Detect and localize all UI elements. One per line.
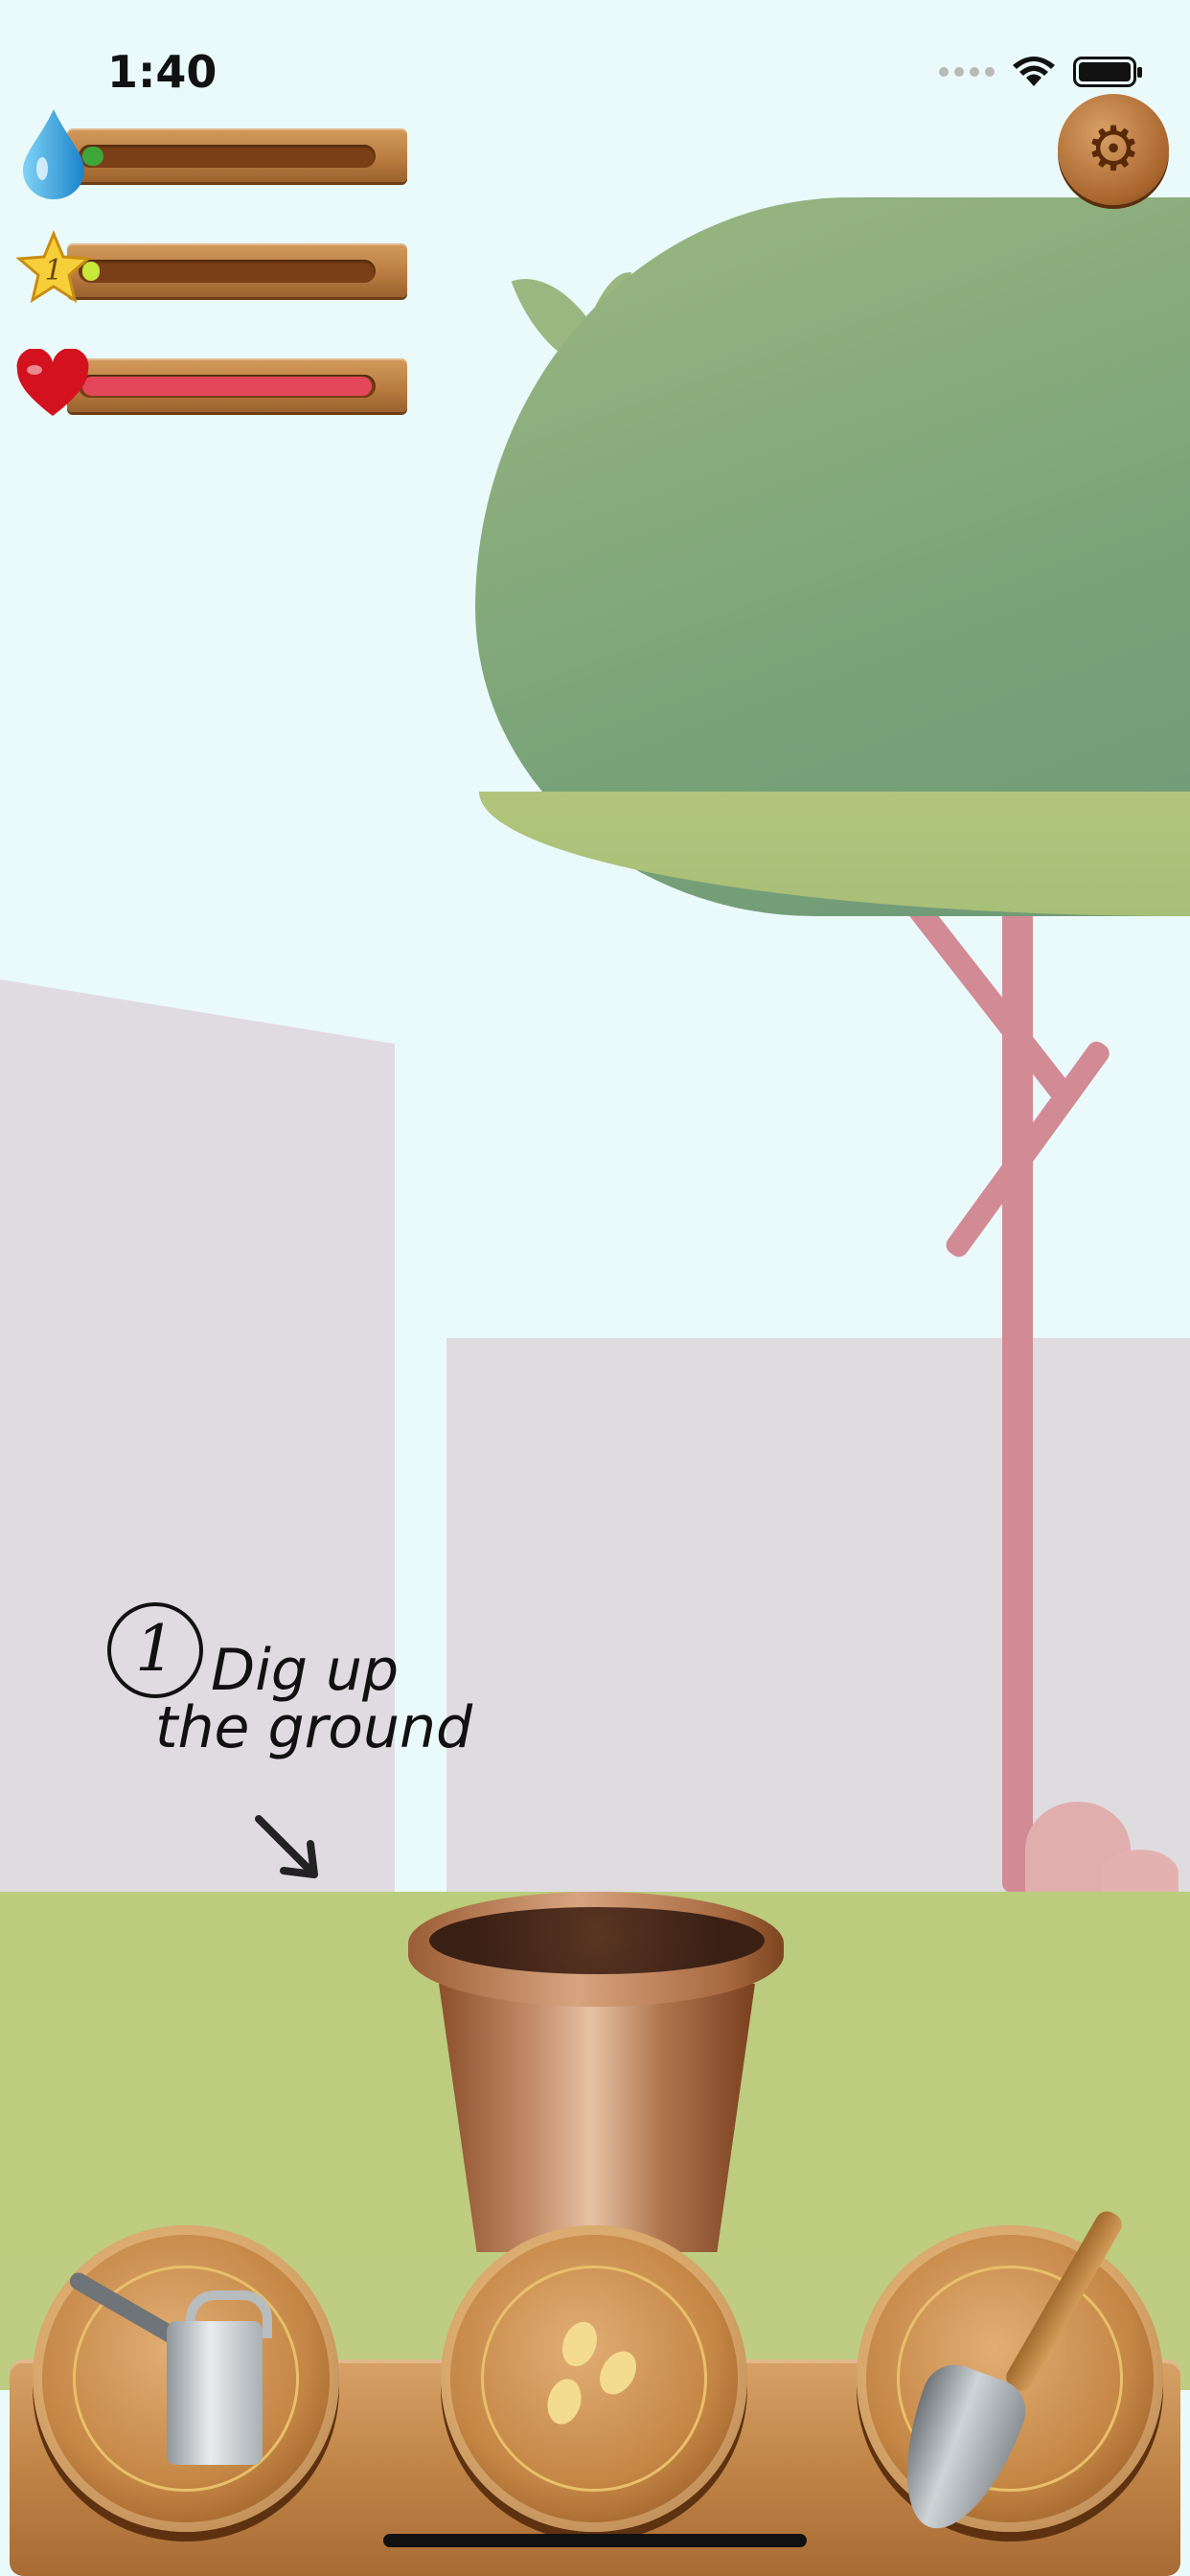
tutorial-hint: 1 Dig up the ground <box>107 1598 510 1790</box>
tutorial-arrow-icon <box>255 1815 318 1878</box>
home-indicator[interactable] <box>383 2534 807 2547</box>
wifi-icon <box>1013 57 1055 86</box>
settings-button[interactable]: ⚙ <box>1058 94 1169 205</box>
status-time: 1:40 <box>107 46 217 98</box>
gear-icon: ⚙ <box>1086 114 1141 185</box>
flower-pot[interactable] <box>439 1984 755 2252</box>
tutorial-text-line2: the ground <box>155 1694 473 1761</box>
watering-can-button[interactable] <box>33 2225 339 2532</box>
pot-soil[interactable] <box>429 1907 765 1974</box>
shovel-button[interactable] <box>857 2207 1163 2545</box>
level-badge: 1 <box>44 254 62 288</box>
cellular-signal-icon <box>939 67 995 77</box>
tree-canopy-underside <box>479 792 1190 916</box>
tree-branch-left <box>903 893 1075 1105</box>
tree-base-rock <box>1102 1850 1179 1898</box>
star-level-icon: 1 <box>15 230 92 304</box>
tutorial-step-number: 1 <box>107 1602 203 1698</box>
seeds-button[interactable] <box>441 2225 747 2532</box>
battery-icon <box>1073 57 1142 87</box>
health-stat-bar <box>16 345 407 422</box>
health-bar-fill <box>82 377 372 396</box>
level-stat-bar: 1 <box>15 230 407 307</box>
heart-icon <box>16 349 89 416</box>
status-icons <box>939 56 1142 88</box>
water-drop-icon <box>23 109 84 199</box>
water-stat-bar <box>19 109 407 199</box>
